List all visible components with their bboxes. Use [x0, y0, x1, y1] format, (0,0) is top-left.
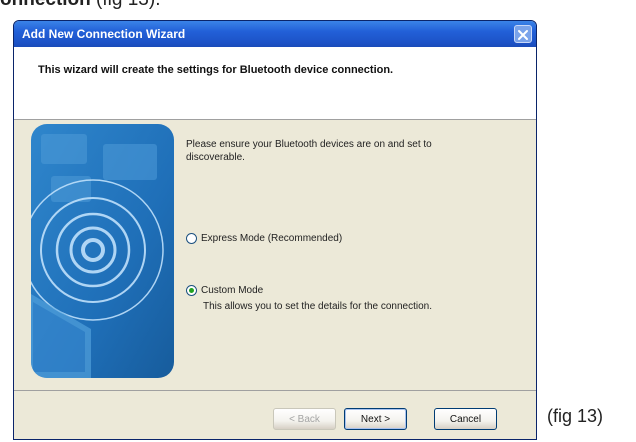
bluetooth-illustration [31, 124, 174, 378]
express-mode-option[interactable]: Express Mode (Recommended) [186, 233, 342, 244]
custom-mode-description: This allows you to set the details for t… [203, 301, 433, 312]
document-heading-rest: (fig 13). [91, 0, 160, 9]
wizard-window: Add New Connection Wizard This wizard wi… [13, 20, 537, 440]
express-mode-radio[interactable] [186, 233, 197, 244]
express-mode-label: Express Mode (Recommended) [201, 233, 343, 244]
bluetooth-waves-icon [31, 124, 174, 378]
document-heading-bold: onnection [0, 0, 91, 9]
custom-mode-label: Custom Mode [201, 285, 264, 296]
custom-mode-option[interactable]: Custom Mode [186, 285, 263, 296]
intro-text: Please ensure your Bluetooth devices are… [186, 139, 432, 163]
cancel-button[interactable]: Cancel [434, 408, 497, 430]
custom-mode-radio[interactable] [186, 285, 197, 296]
wizard-content: Please ensure your Bluetooth devices are… [186, 21, 536, 381]
next-button[interactable]: Next > [344, 408, 407, 430]
figure-caption: (fig 13) [547, 406, 604, 426]
window-title: Add New Connection Wizard [22, 27, 186, 41]
back-button[interactable]: < Back [273, 408, 336, 430]
document-heading: onnection (fig 13). [0, 0, 230, 9]
footer-divider [14, 390, 536, 391]
